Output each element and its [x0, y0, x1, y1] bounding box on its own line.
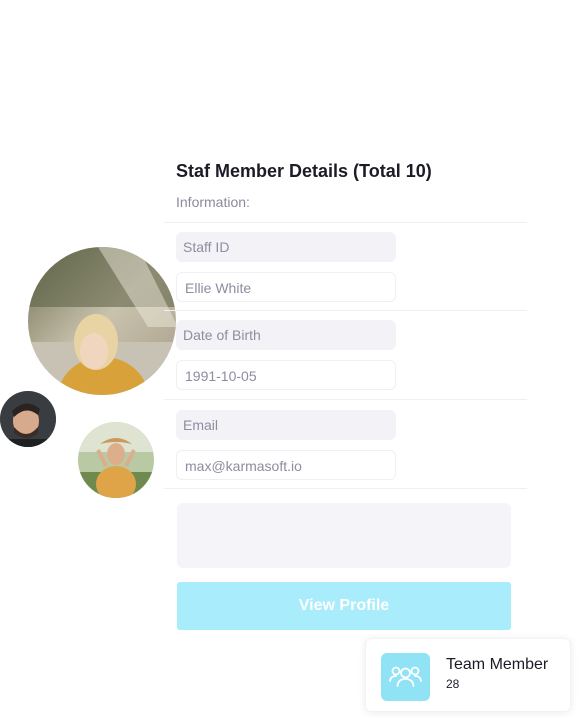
field-label-staff-id: Staff ID: [176, 232, 396, 262]
avatar-small-man[interactable]: [0, 391, 56, 447]
divider: [164, 488, 527, 489]
avatar-small-man-photo: [0, 391, 56, 447]
avatar-small-woman-photo: [78, 422, 154, 498]
team-member-label: Team Member: [446, 656, 549, 673]
avatar-large-photo: [28, 247, 176, 395]
notes-area[interactable]: [177, 503, 511, 568]
field-label-date-of-birth: Date of Birth: [176, 320, 396, 350]
divider: [164, 222, 527, 223]
avatar-large[interactable]: [28, 247, 176, 395]
page-title: Staf Member Details (Total 10): [176, 161, 432, 181]
team-icon: [381, 653, 430, 701]
avatar-small-woman[interactable]: [78, 422, 154, 498]
divider: [164, 399, 527, 400]
view-profile-button[interactable]: View Profile: [177, 582, 511, 630]
divider: [164, 310, 527, 311]
field-value-email[interactable]: max@karmasoft.io: [176, 450, 396, 480]
field-value-staff-id[interactable]: Ellie White: [176, 272, 396, 302]
field-label-email: Email: [176, 410, 396, 440]
team-member-card[interactable]: Team Member 28: [365, 638, 571, 712]
field-value-date-of-birth[interactable]: 1991-10-05: [176, 360, 396, 390]
section-subtitle: Information:: [176, 194, 250, 210]
team-member-count: 28: [446, 677, 460, 691]
